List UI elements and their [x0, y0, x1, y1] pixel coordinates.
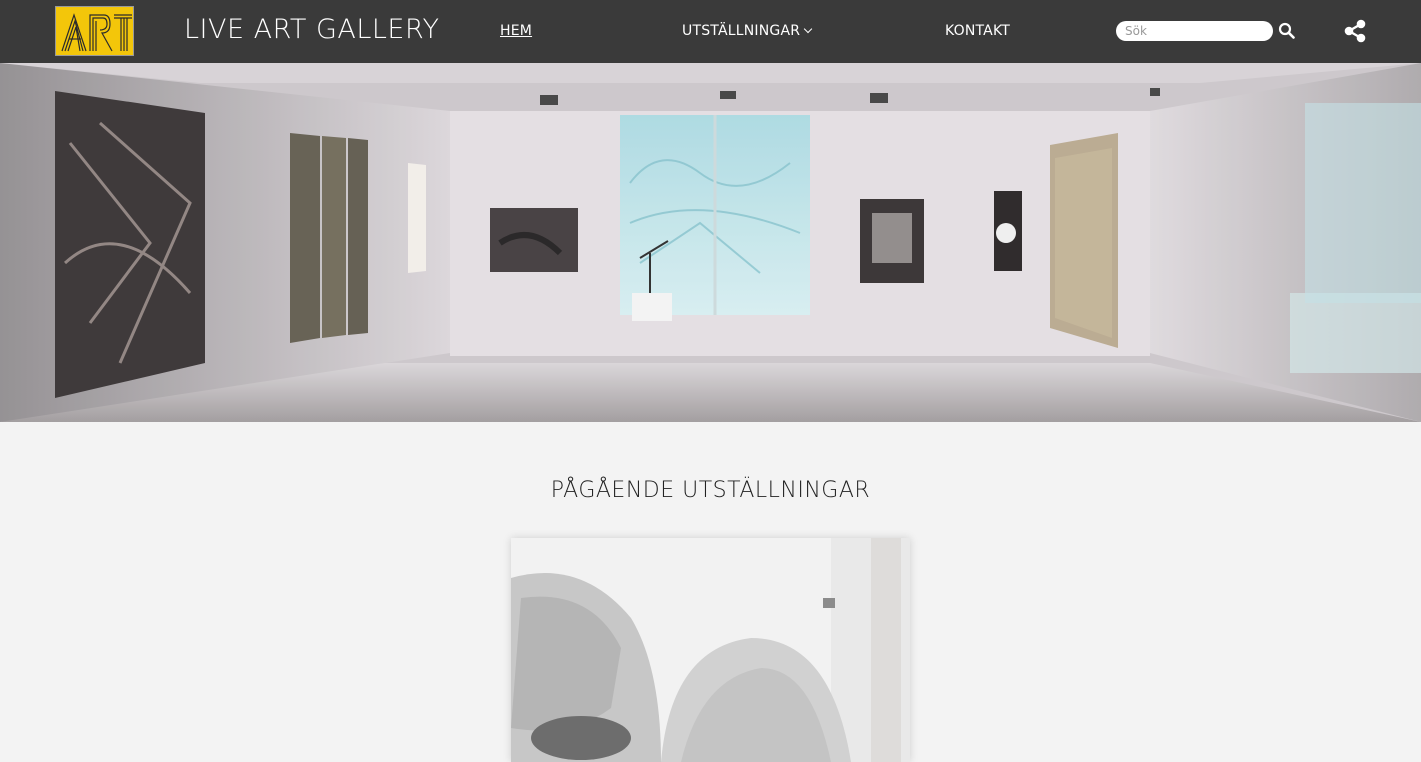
nav-exhibitions-label: UTSTÄLLNINGAR: [682, 23, 801, 39]
nav-contact-link[interactable]: KONTAKT: [945, 22, 1010, 40]
top-navbar: LIVE ART GALLERY HEM UTSTÄLLNINGAR KONTA…: [0, 0, 1421, 63]
exhibition-card-image: [511, 538, 910, 762]
nav-home-link[interactable]: HEM: [500, 22, 532, 40]
hero-gallery-image: [0, 63, 1421, 422]
search-input[interactable]: [1116, 21, 1273, 41]
search-icon[interactable]: [1278, 22, 1295, 39]
site-title[interactable]: LIVE ART GALLERY: [184, 13, 440, 47]
section-title: PÅGÅENDE UTSTÄLLNINGAR: [550, 478, 871, 503]
nav-exhibitions-dropdown[interactable]: UTSTÄLLNINGAR: [682, 22, 813, 40]
exhibition-card[interactable]: [511, 538, 910, 762]
site-logo[interactable]: [55, 6, 134, 56]
share-icon[interactable]: [1343, 19, 1367, 43]
chevron-down-icon: [803, 24, 813, 34]
